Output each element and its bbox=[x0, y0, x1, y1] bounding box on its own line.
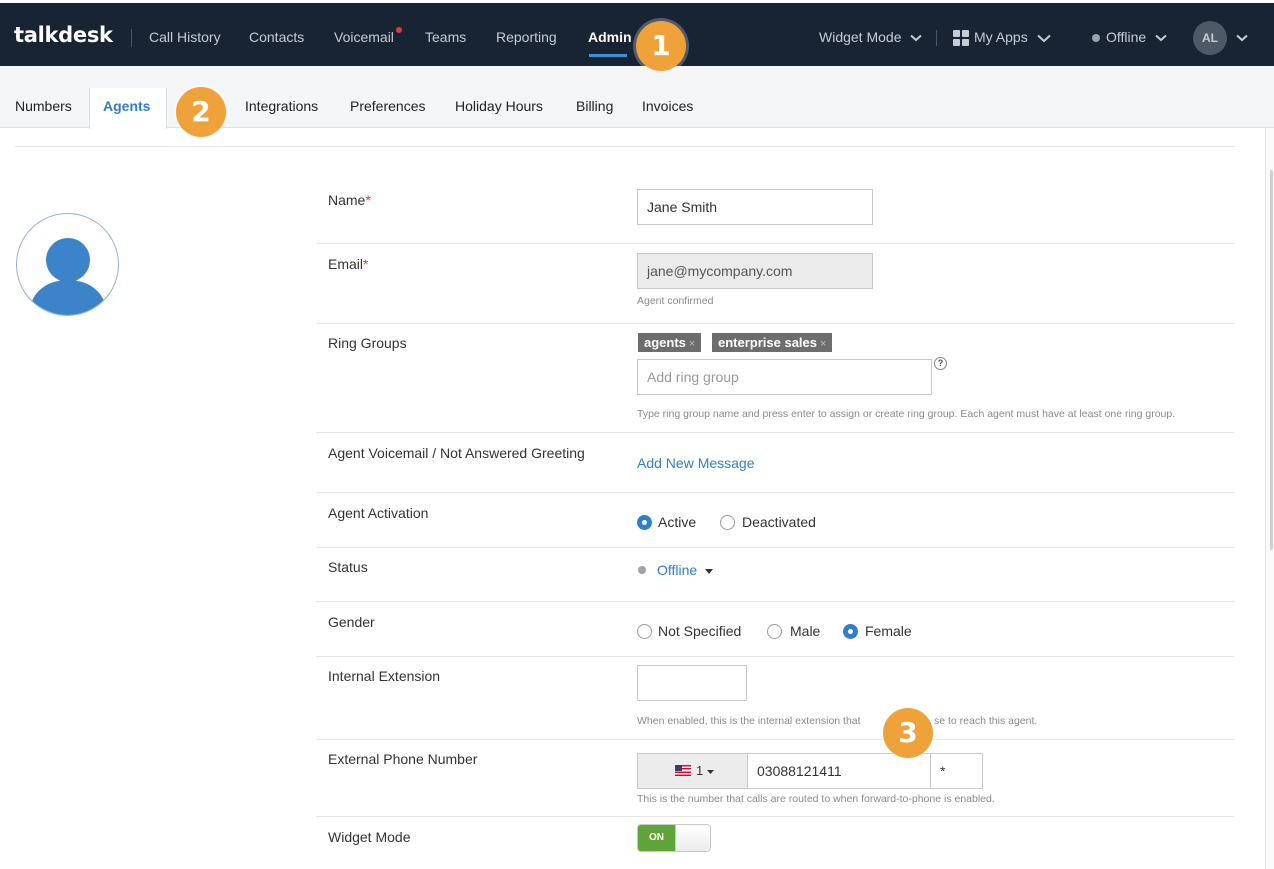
tab-billing[interactable]: Billing bbox=[576, 98, 613, 114]
row-divider bbox=[316, 601, 1234, 602]
nav-contacts[interactable]: Contacts bbox=[249, 29, 304, 45]
tab-agents[interactable]: Agents bbox=[103, 98, 150, 114]
top-navigation-bar: talkdesk Call History Contacts Voicemail… bbox=[0, 0, 1274, 66]
apps-grid-icon bbox=[953, 30, 969, 46]
external-phone-help: This is the number that calls are routed… bbox=[637, 793, 995, 805]
country-code-value: 1 bbox=[696, 763, 714, 778]
status-label: Offline bbox=[1106, 29, 1147, 45]
internal-extension-input[interactable] bbox=[637, 665, 747, 701]
chevron-down-icon bbox=[1155, 35, 1167, 42]
active-nav-indicator bbox=[589, 54, 627, 57]
user-avatar[interactable]: AL bbox=[1193, 21, 1227, 55]
name-input[interactable]: Jane Smith bbox=[637, 189, 873, 225]
ring-group-tag: enterprise sales × bbox=[712, 333, 833, 352]
row-divider bbox=[316, 656, 1234, 657]
add-new-message-link[interactable]: Add New Message bbox=[637, 455, 755, 471]
email-confirmed-note: Agent confirmed bbox=[637, 295, 714, 307]
nav-admin[interactable]: Admin bbox=[588, 29, 632, 45]
voicemail-notification-dot bbox=[396, 27, 402, 33]
deactivated-radio-label: Deactivated bbox=[742, 514, 816, 530]
status-label: Status bbox=[328, 559, 368, 575]
required-marker: * bbox=[363, 256, 369, 272]
female-radio-label: Female bbox=[865, 623, 912, 639]
chevron-down-icon[interactable] bbox=[1236, 34, 1248, 42]
widget-mode-label: Widget Mode bbox=[819, 29, 902, 45]
agent-activation-label: Agent Activation bbox=[328, 505, 429, 521]
tab-numbers[interactable]: Numbers bbox=[15, 98, 72, 114]
help-icon[interactable]: ? bbox=[934, 357, 947, 370]
not-specified-radio[interactable] bbox=[637, 624, 652, 639]
internal-extension-help: When enabled, this is the internal exten… bbox=[637, 715, 861, 727]
my-apps-label: My Apps bbox=[974, 29, 1028, 45]
active-radio[interactable] bbox=[637, 515, 652, 530]
name-label: Name* bbox=[328, 192, 371, 208]
step-badge-1: 1 bbox=[636, 21, 686, 71]
ring-groups-label: Ring Groups bbox=[328, 335, 407, 351]
deactivated-radio[interactable] bbox=[720, 515, 735, 530]
active-radio-label: Active bbox=[658, 514, 697, 530]
nav-reporting[interactable]: Reporting bbox=[496, 29, 557, 45]
row-divider bbox=[316, 816, 1234, 817]
content-divider bbox=[15, 146, 1235, 147]
person-icon bbox=[29, 238, 107, 315]
row-divider bbox=[316, 243, 1234, 244]
tab-integrations[interactable]: Integrations bbox=[245, 98, 318, 114]
female-radio[interactable] bbox=[843, 624, 858, 639]
phone-extension-input[interactable]: * bbox=[930, 753, 983, 789]
row-divider bbox=[316, 432, 1234, 433]
remove-tag-icon[interactable]: × bbox=[820, 338, 826, 350]
status-dropdown[interactable]: Offline bbox=[1106, 29, 1167, 45]
tab-invoices[interactable]: Invoices bbox=[642, 98, 693, 114]
scrollbar-thumb[interactable] bbox=[1270, 170, 1273, 550]
tab-preferences[interactable]: Preferences bbox=[350, 98, 425, 114]
nav-voicemail[interactable]: Voicemail bbox=[334, 29, 394, 45]
caret-down-icon bbox=[705, 568, 714, 574]
gender-label: Gender bbox=[328, 614, 375, 630]
ring-group-tag: agents × bbox=[638, 333, 702, 352]
status-dot-icon bbox=[638, 566, 646, 574]
country-code-dropdown[interactable] bbox=[637, 753, 748, 789]
not-specified-radio-label: Not Specified bbox=[658, 623, 742, 639]
nav-divider bbox=[936, 30, 937, 46]
chevron-down-icon bbox=[910, 35, 923, 42]
step-badge-3: 3 bbox=[883, 708, 933, 758]
internal-extension-help-tail: se to reach this agent. bbox=[934, 715, 1038, 727]
external-phone-label: External Phone Number bbox=[328, 751, 478, 767]
remove-tag-icon[interactable]: × bbox=[689, 338, 695, 350]
toggle-knob bbox=[675, 825, 710, 851]
widget-mode-toggle[interactable]: ON bbox=[637, 824, 711, 852]
status-dot-icon bbox=[1092, 34, 1100, 42]
widget-mode-label: Widget Mode bbox=[328, 829, 411, 845]
ring-groups-help: Type ring group name and press enter to … bbox=[637, 408, 1176, 420]
phone-number-input[interactable]: 03088121411 bbox=[747, 753, 931, 789]
internal-extension-label: Internal Extension bbox=[328, 668, 441, 684]
row-divider bbox=[316, 547, 1234, 548]
voicemail-greeting-label: Agent Voicemail / Not Answered Greeting bbox=[328, 445, 585, 461]
row-divider bbox=[316, 739, 1234, 740]
widget-mode-dropdown[interactable]: Widget Mode bbox=[819, 29, 923, 45]
talkdesk-logo[interactable]: talkdesk bbox=[14, 23, 113, 47]
male-radio[interactable] bbox=[767, 624, 782, 639]
email-input: jane@mycompany.com bbox=[637, 253, 873, 289]
my-apps-dropdown[interactable]: My Apps bbox=[974, 29, 1051, 45]
nav-teams[interactable]: Teams bbox=[425, 29, 466, 45]
email-label: Email* bbox=[328, 256, 369, 272]
nav-call-history[interactable]: Call History bbox=[149, 29, 221, 45]
required-marker: * bbox=[365, 192, 371, 208]
logo-divider bbox=[131, 29, 132, 47]
step-badge-2: 2 bbox=[176, 87, 226, 137]
male-radio-label: Male bbox=[790, 623, 821, 639]
ring-group-input[interactable]: Add ring group bbox=[637, 359, 932, 395]
chevron-down-icon bbox=[1036, 34, 1051, 43]
status-dropdown[interactable]: Offline bbox=[657, 562, 714, 578]
row-divider bbox=[316, 492, 1234, 493]
toggle-on-label: ON bbox=[638, 825, 675, 851]
row-divider bbox=[316, 323, 1234, 324]
caret-down-icon bbox=[706, 769, 714, 774]
agent-avatar[interactable] bbox=[16, 213, 119, 316]
us-flag-icon bbox=[675, 765, 691, 776]
tab-holiday-hours[interactable]: Holiday Hours bbox=[455, 98, 543, 114]
